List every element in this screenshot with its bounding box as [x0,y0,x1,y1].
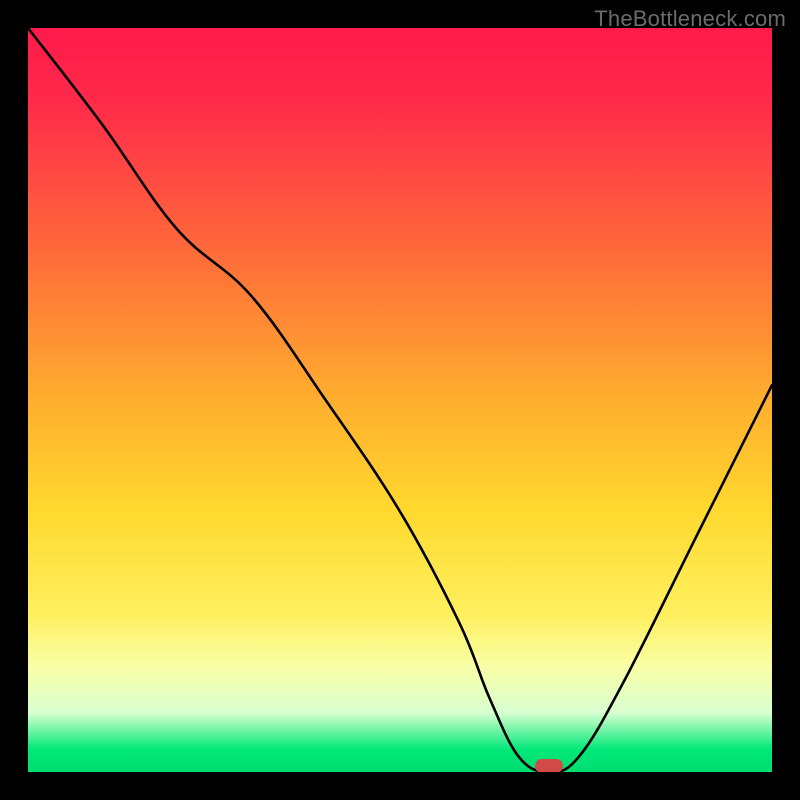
chart-frame: TheBottleneck.com [0,0,800,800]
optimum-marker [535,759,563,772]
watermark-text: TheBottleneck.com [594,6,786,32]
bottleneck-curve [28,28,772,772]
plot-area [28,28,772,772]
curve-layer [28,28,772,772]
